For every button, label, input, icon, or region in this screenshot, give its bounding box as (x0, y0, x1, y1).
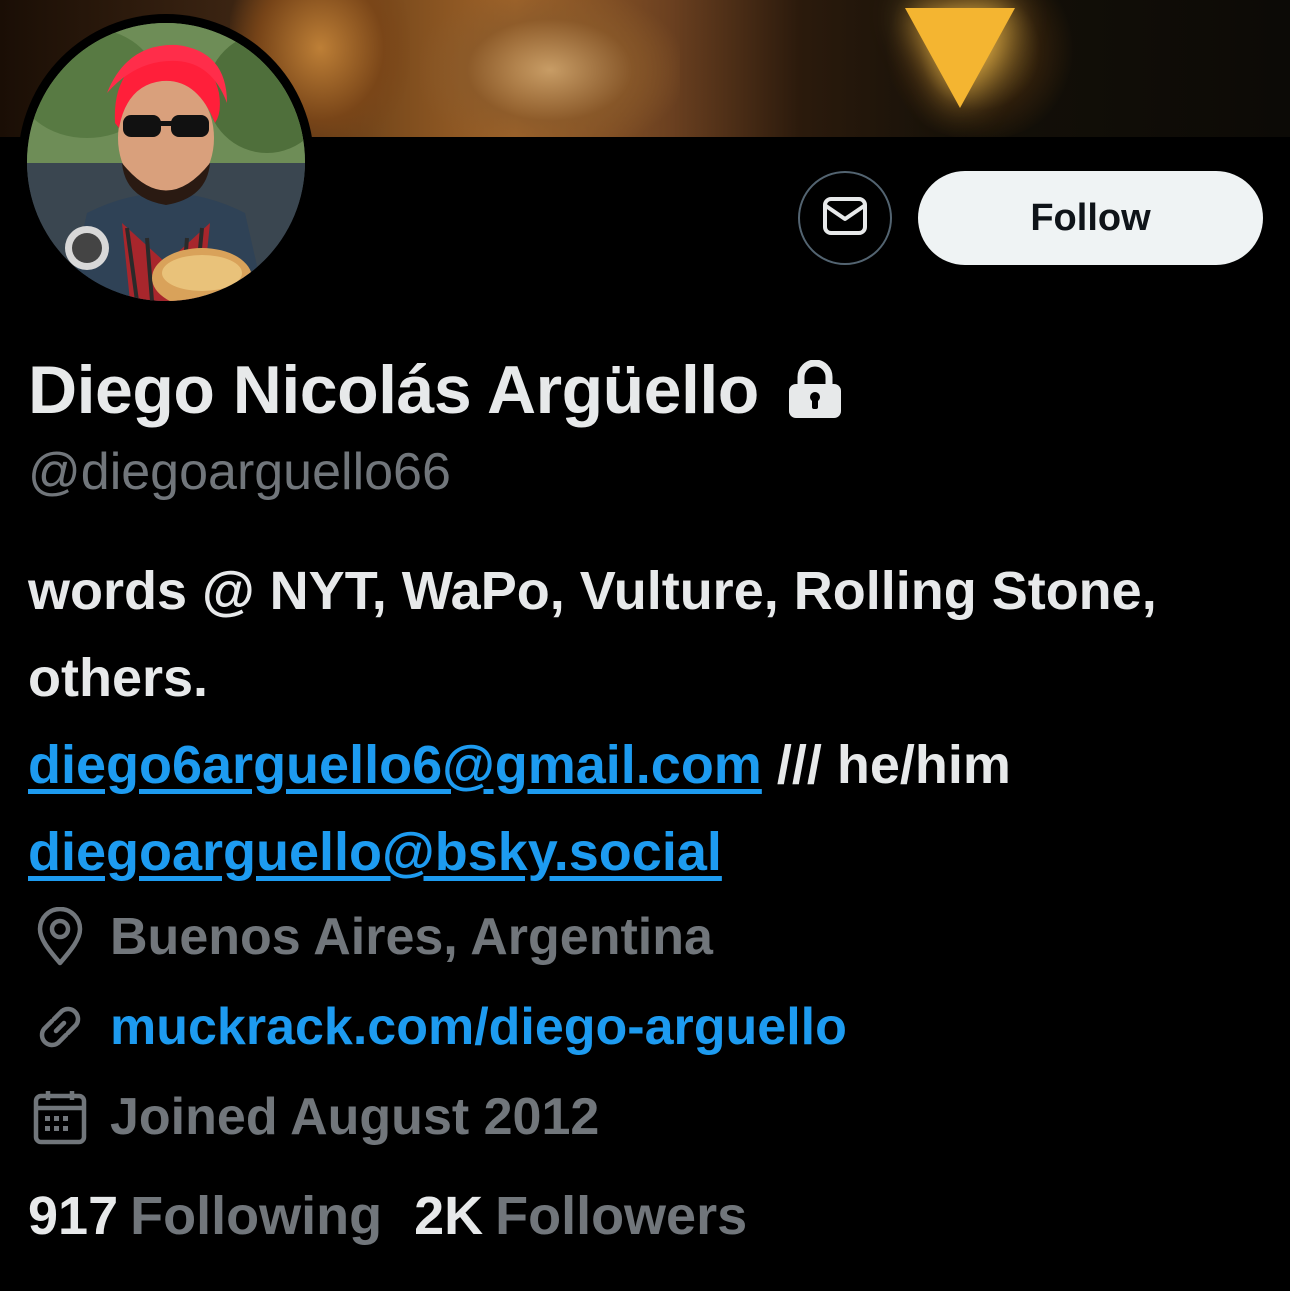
website-link[interactable]: muckrack.com/diego-arguello (110, 997, 847, 1057)
location-pin-icon (28, 905, 92, 969)
location-text: Buenos Aires, Argentina (110, 908, 713, 966)
display-name-row: Diego Nicolás Argüello (28, 345, 843, 435)
lock-icon (787, 360, 843, 420)
following-count: 917 (28, 1186, 119, 1246)
link-icon (28, 995, 92, 1059)
website-row: muckrack.com/diego-arguello (28, 987, 847, 1067)
email-link[interactable]: diego6arguello6@gmail.com (28, 735, 762, 795)
following-label: Following (130, 1186, 383, 1246)
followers-label: Followers (495, 1186, 748, 1246)
followers-count: 2K (414, 1186, 484, 1246)
joined-text: Joined August 2012 (110, 1088, 600, 1146)
display-name: Diego Nicolás Argüello (28, 352, 759, 428)
bio-pronouns: /// he/him (761, 735, 1011, 795)
followers-link[interactable]: 2K Followers (414, 1185, 747, 1247)
message-button[interactable] (798, 171, 892, 265)
user-handle: @diegoarguello66 (28, 443, 451, 501)
follow-counts: 917 Following 2K Followers (28, 1185, 747, 1247)
banner-art (420, 0, 680, 137)
bio-text: words @ NYT, WaPo, Vulture, Rolling Ston… (28, 561, 1157, 708)
profile-bio: words @ NYT, WaPo, Vulture, Rolling Ston… (28, 548, 1268, 896)
following-link[interactable]: 917 Following (28, 1185, 382, 1247)
follow-button[interactable]: Follow (918, 171, 1263, 265)
avatar[interactable] (18, 14, 314, 310)
joined-row: Joined August 2012 (28, 1077, 599, 1157)
avatar-photo (27, 23, 305, 301)
location-row: Buenos Aires, Argentina (28, 897, 713, 977)
mail-icon (822, 196, 868, 241)
bio-contact-line: diego6arguello6@gmail.com /// he/him (28, 722, 1268, 809)
bsky-link[interactable]: diegoarguello@bsky.social (28, 822, 722, 882)
banner-triangle-light (905, 8, 1015, 108)
calendar-icon (28, 1085, 92, 1149)
